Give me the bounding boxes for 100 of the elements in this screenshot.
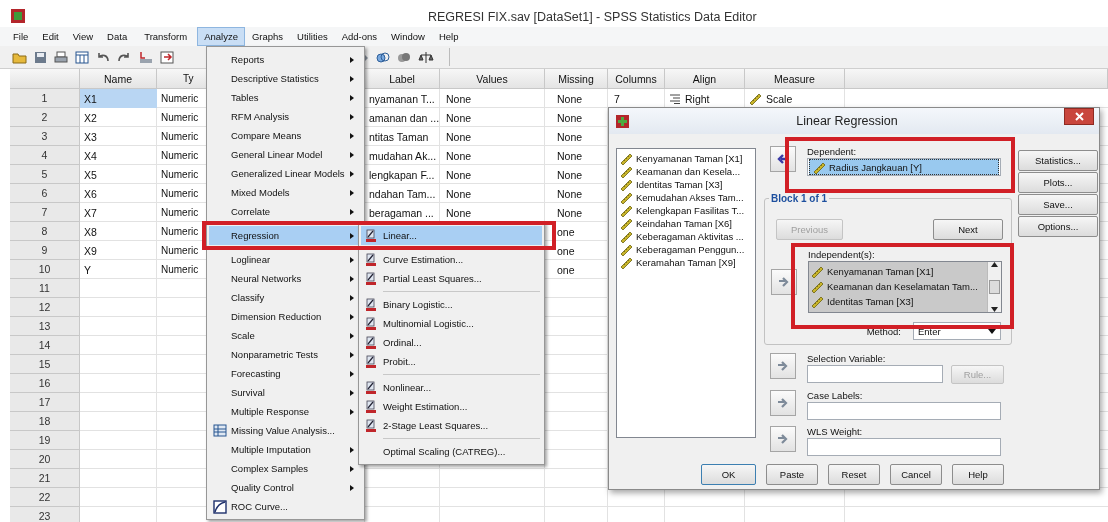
dialog-button[interactable]: Statistics... xyxy=(1018,150,1098,171)
menu-item[interactable]: Transform xyxy=(134,27,198,46)
variable-item[interactable]: Identitas Taman [X3] xyxy=(811,294,985,309)
menu-item[interactable]: Mixed Models xyxy=(209,183,362,202)
variable-item[interactable]: Radius Jangkauan [Y] xyxy=(809,159,999,175)
row-number: 15 xyxy=(10,355,80,374)
variable-item[interactable]: Keberagaman Penggun... xyxy=(620,243,752,256)
variable-item[interactable]: Identitas Taman [X3] xyxy=(620,178,752,191)
close-button[interactable] xyxy=(1064,108,1094,125)
independent-list[interactable]: Kenyamanan Taman [X1] Keamanan dan Keselamatan Tam... Identitas Taman [X3] xyxy=(808,261,1002,313)
table-cell: Numeric xyxy=(161,264,199,275)
menu-item[interactable]: Analyze xyxy=(197,27,245,46)
dialog-button[interactable]: Save... xyxy=(1018,194,1098,215)
ruler-icon xyxy=(620,204,633,217)
submenu-arrow-icon xyxy=(350,113,354,120)
submenu-arrow-icon xyxy=(350,446,354,453)
menu-item[interactable]: Reports xyxy=(209,50,362,69)
dialog-button[interactable]: Paste xyxy=(766,464,818,485)
menu-item[interactable]: View xyxy=(65,27,101,46)
menu-item[interactable]: Edit xyxy=(35,27,66,46)
dialog-button[interactable]: Options... xyxy=(1018,216,1098,237)
row-number: 13 xyxy=(10,317,80,336)
ruler-icon xyxy=(620,230,633,243)
menu-item[interactable]: Generalized Linear Models xyxy=(209,164,362,183)
menu-item[interactable]: Compare Means xyxy=(209,126,362,145)
submenu-arrow-icon xyxy=(350,370,354,377)
menu-item[interactable]: Add-ons xyxy=(334,27,385,46)
menu-item[interactable]: Survival xyxy=(209,383,362,402)
input-field[interactable] xyxy=(807,438,1001,456)
menu-item[interactable]: 2-Stage Least Squares... xyxy=(361,416,542,435)
variable-item[interactable]: Kemudahan Akses Tam... xyxy=(620,191,752,204)
row-number: 6 xyxy=(10,184,80,203)
menu-item[interactable]: Data xyxy=(100,27,135,46)
variable-item[interactable]: Kenyamanan Taman [X1] xyxy=(811,264,985,279)
menu-item[interactable]: Dimension Reduction xyxy=(209,307,362,326)
dialog-button[interactable]: Reset xyxy=(828,464,880,485)
row-number: 8 xyxy=(10,222,80,241)
variable-item[interactable]: Keberagaman Aktivitas ... xyxy=(620,230,752,243)
input-field[interactable] xyxy=(807,365,943,383)
menu-item[interactable]: Forecasting xyxy=(209,364,362,383)
menu-item[interactable]: Linear... xyxy=(361,226,542,245)
menu-item[interactable]: Multinomial Logistic... xyxy=(361,314,542,333)
dialog-button[interactable]: Plots... xyxy=(1018,172,1098,193)
menu-item[interactable]: Tables xyxy=(209,88,362,107)
ruler-icon xyxy=(811,265,824,278)
column-header: Values xyxy=(440,69,545,89)
menu-item[interactable]: Correlate xyxy=(209,202,362,221)
menu-item[interactable]: Multiple Imputation xyxy=(209,440,362,459)
menu-item[interactable]: General Linear Model xyxy=(209,145,362,164)
table-cell: Numeric xyxy=(161,150,199,161)
table-cell: None xyxy=(557,149,583,162)
regression-icon xyxy=(365,228,377,243)
row-number: 7 xyxy=(10,203,80,222)
menu-item[interactable]: Nonparametric Tests xyxy=(209,345,362,364)
ruler-icon xyxy=(620,165,633,178)
variable-list[interactable] xyxy=(616,148,756,438)
menu-item[interactable]: Ordinal... xyxy=(361,333,542,352)
row-number: 11 xyxy=(10,279,80,298)
variable-item[interactable]: Keindahan Taman [X6] xyxy=(620,217,752,230)
dialog-button[interactable]: Help xyxy=(952,464,1004,485)
menu-item[interactable]: Missing Value Analysis... xyxy=(209,421,362,440)
menu-item[interactable]: File xyxy=(6,27,36,46)
table-cell[interactable]: X1 xyxy=(80,89,157,108)
menu-item[interactable]: Optimal Scaling (CATREG)... xyxy=(361,442,542,461)
table-cell: None xyxy=(446,168,472,181)
menu-item[interactable]: Partial Least Squares... xyxy=(361,269,542,288)
variable-item[interactable]: Kelengkapan Fasilitas T... xyxy=(620,204,752,217)
variable-item[interactable]: Keamanan dan Keselamatan Tam... xyxy=(811,279,985,294)
menu-item[interactable]: Graphs xyxy=(244,27,291,46)
dialog-button[interactable]: Cancel xyxy=(890,464,942,485)
next-button[interactable]: Next xyxy=(933,219,1003,240)
menu-item[interactable]: Help xyxy=(431,27,466,46)
variable-item[interactable]: Kenyamanan Taman [X1] xyxy=(620,152,752,165)
menu-item[interactable]: ROC Curve... xyxy=(209,497,362,516)
dialog-button[interactable]: OK xyxy=(701,464,756,485)
menu-item[interactable]: RFM Analysis xyxy=(209,107,362,126)
table-cell: Right xyxy=(685,92,710,105)
menu-item[interactable]: Neural Networks xyxy=(209,269,362,288)
menu-item[interactable]: Nonlinear... xyxy=(361,378,542,397)
menu-item[interactable]: Binary Logistic... xyxy=(361,295,542,314)
menu-item[interactable]: Probit... xyxy=(361,352,542,371)
menu-item[interactable]: Scale xyxy=(209,326,362,345)
menu-item[interactable]: Quality Control xyxy=(209,478,362,497)
menu-item[interactable]: Utilities xyxy=(290,27,335,46)
input-field[interactable] xyxy=(807,402,1001,420)
table-icon xyxy=(75,50,89,64)
variable-item[interactable]: Keramahan Taman [X9] xyxy=(620,256,752,269)
menu-item[interactable]: Window xyxy=(384,27,432,46)
menu-item[interactable]: Complex Samples xyxy=(209,459,362,478)
table-cell: Numeric xyxy=(161,169,199,180)
menu-item[interactable]: Descriptive Statistics xyxy=(209,69,362,88)
menu-item[interactable]: Multiple Response xyxy=(209,402,362,421)
menu-item[interactable]: Classify xyxy=(209,288,362,307)
table-cell: None xyxy=(557,130,583,143)
align-right-icon xyxy=(669,93,681,104)
menu-item[interactable]: Weight Estimation... xyxy=(361,397,542,416)
table-cell: X3 xyxy=(84,130,97,143)
menu-item[interactable]: Loglinear xyxy=(209,250,362,269)
variable-item[interactable]: Keamanan dan Kesela... xyxy=(620,165,752,178)
menu-item[interactable]: Curve Estimation... xyxy=(361,250,542,269)
